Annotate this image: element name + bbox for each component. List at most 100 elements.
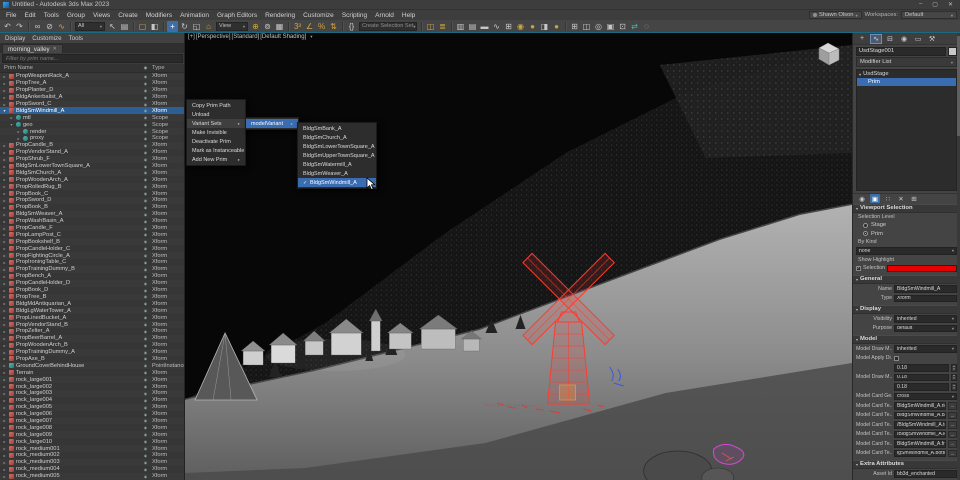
attribute-dropdown[interactable]: inherited▾: [894, 345, 957, 353]
tree-row[interactable]: ▸ PropCandleHolder_D ◉ Xform: [0, 280, 184, 287]
modifier-list-dropdown[interactable]: Modifier List ▾: [856, 57, 957, 67]
row-visibility-icon[interactable]: ◉: [139, 219, 152, 224]
expand-caret-icon[interactable]: ▸: [2, 177, 7, 182]
row-visibility-icon[interactable]: ◉: [139, 212, 152, 217]
viewport[interactable]: [+][Perspective][Standard][Default Shadi…: [185, 33, 852, 480]
toolbar-icon[interactable]: ⊡: [617, 21, 628, 32]
menu-item[interactable]: Animation: [176, 12, 213, 19]
row-visibility-icon[interactable]: ◉: [139, 115, 152, 120]
rollout-general[interactable]: ▾ General: [853, 275, 960, 284]
menu-item[interactable]: Tools: [40, 12, 63, 19]
viewport-label-part[interactable]: [Standard]: [232, 34, 260, 40]
texture-path-field[interactable]: BldgSmWindmill_A.front.png: [894, 440, 946, 448]
expand-caret-icon[interactable]: ▾: [2, 108, 7, 113]
expand-caret-icon[interactable]: ▸: [2, 405, 7, 410]
expand-caret-icon[interactable]: ▸: [2, 294, 7, 299]
tree-row[interactable]: ▸ PropPlanter_D ◉ Xform: [0, 87, 184, 94]
toolbar-item[interactable]: ▦ ▾: [274, 21, 285, 32]
expand-caret-icon[interactable]: ▾: [9, 122, 14, 127]
row-visibility-icon[interactable]: ◉: [139, 405, 152, 410]
tree-row[interactable]: ▸ rock_medium001 ◉ Xform: [0, 445, 184, 452]
tree-row[interactable]: ▸ PropZelter_A ◉ Xform: [0, 328, 184, 335]
toolbar-icon[interactable]: ⊕: [250, 21, 261, 32]
tree-row[interactable]: ▸ PropWashBasin_A ◉ Xform: [0, 218, 184, 225]
tree-row[interactable]: ▸ rock_large010 ◉ Xform: [0, 438, 184, 445]
expand-caret-icon[interactable]: ▸: [2, 439, 7, 444]
expand-caret-icon[interactable]: ▸: [9, 115, 14, 120]
toolbar-item[interactable]: ▾: [131, 22, 136, 31]
toolbar-item[interactable]: ▤ ▾: [467, 21, 478, 32]
texture-path-field[interactable]: /BldgSmWindmill_A.left.png: [894, 431, 946, 439]
variant-set-item[interactable]: modelVariant ▸: [246, 119, 298, 128]
tree-row[interactable]: ▸ PropBook_C ◉ Xform: [0, 190, 184, 197]
toolbar-item[interactable]: % ▾: [316, 21, 327, 32]
viewport-scene[interactable]: [185, 33, 852, 480]
row-visibility-icon[interactable]: ◉: [139, 336, 152, 341]
menu-item[interactable]: Views: [89, 12, 114, 19]
row-visibility-icon[interactable]: ◉: [139, 446, 152, 451]
row-visibility-icon[interactable]: ◉: [139, 370, 152, 375]
expand-caret-icon[interactable]: ▸: [2, 74, 7, 79]
expand-caret-icon[interactable]: ▸: [2, 453, 7, 458]
stack-entry[interactable]: ▾ UsdStage: [857, 70, 956, 78]
toolbar-icon[interactable]: ⊞: [503, 21, 514, 32]
tree-row[interactable]: ▸ PropBookshelf_B ◉ Xform: [0, 238, 184, 245]
context-menu-item[interactable]: Add New Prim ▸: [187, 155, 245, 164]
toolbar-icon[interactable]: ↶: [2, 21, 13, 32]
toolbar-icon[interactable]: ◉: [515, 21, 526, 32]
toolbar-item[interactable]: ▾: [68, 22, 73, 31]
minimize-button[interactable]: –: [919, 1, 922, 8]
tree-row[interactable]: ▸ BldgLgWaterTower_A ◉ Xform: [0, 307, 184, 314]
variant-option-item[interactable]: ✓ BldgSmBank_A: [298, 124, 376, 133]
expand-caret-icon[interactable]: ▸: [2, 102, 7, 107]
row-visibility-icon[interactable]: ◉: [139, 301, 152, 306]
row-visibility-icon[interactable]: ◉: [139, 412, 152, 417]
expand-caret-icon[interactable]: ▸: [2, 239, 7, 244]
row-visibility-icon[interactable]: ◉: [139, 232, 152, 237]
tree-row[interactable]: ▸ PropCandle_F ◉ Xform: [0, 225, 184, 232]
row-visibility-icon[interactable]: ◉: [139, 453, 152, 458]
toolbar-item[interactable]: ● ▾: [527, 21, 538, 32]
row-visibility-icon[interactable]: ◉: [139, 205, 152, 210]
menu-item[interactable]: Graph Editors: [213, 12, 261, 19]
variant-option-item[interactable]: ✓ BldgSmUpperTownSquare_A: [298, 151, 376, 160]
context-menu-item[interactable]: Variant Sets ▸: [187, 119, 245, 128]
expand-caret-icon[interactable]: ▸: [2, 412, 7, 417]
toolbar-icon[interactable]: ◱: [191, 21, 202, 32]
toolbar-item[interactable]: View▾: [215, 22, 249, 31]
row-visibility-icon[interactable]: ◉: [139, 467, 152, 472]
toolbar-icon[interactable]: {}: [346, 21, 357, 32]
row-visibility-icon[interactable]: ◉: [139, 350, 152, 355]
toolbar-item[interactable]: ▾: [563, 22, 568, 31]
tree-row[interactable]: ▸ PropRolledRug_B ◉ Xform: [0, 183, 184, 190]
row-visibility-icon[interactable]: ◉: [139, 129, 152, 134]
toolbar-icon[interactable]: ↷: [14, 21, 25, 32]
expand-caret-icon[interactable]: ▸: [2, 184, 7, 189]
toolbar-item[interactable]: ⊘ ▾: [44, 21, 55, 32]
tree-row[interactable]: ▸ proxy ◉ Scope: [0, 135, 184, 142]
browse-button[interactable]: ...: [948, 421, 957, 429]
expand-caret-icon[interactable]: ▸: [2, 322, 7, 327]
tree-row[interactable]: ▸ PropTree_B ◉ Xform: [0, 294, 184, 301]
row-visibility-icon[interactable]: ◉: [139, 288, 152, 293]
attribute-dropdown[interactable]: inherited▾: [894, 315, 957, 323]
row-visibility-icon[interactable]: ◉: [139, 184, 152, 189]
expand-caret-icon[interactable]: ▸: [2, 150, 7, 155]
by-kind-dropdown[interactable]: none ▾: [856, 247, 957, 255]
toolbar-icon[interactable]: %: [316, 21, 327, 32]
rollout-viewport-selection[interactable]: ▾ Viewport Selection: [853, 204, 960, 213]
row-visibility-icon[interactable]: ◉: [139, 377, 152, 382]
expand-caret-icon[interactable]: ▸: [2, 191, 7, 196]
tree-row[interactable]: ▸ rock_large005 ◉ Xform: [0, 404, 184, 411]
attribute-checkbox[interactable]: [894, 356, 899, 361]
tree-row[interactable]: ▸ rock_large007 ◉ Xform: [0, 418, 184, 425]
row-visibility-icon[interactable]: ◉: [139, 474, 152, 479]
tree-row[interactable]: ▸ rock_large009 ◉ Xform: [0, 431, 184, 438]
toolbar-item[interactable]: ⊞ ▾: [503, 21, 514, 32]
toolbar-item[interactable]: ↖ ▾: [107, 21, 118, 32]
tree-row[interactable]: ▸ render ◉ Scope: [0, 128, 184, 135]
tree-row[interactable]: ▸ BldgAnkerbalist_A ◉ Xform: [0, 94, 184, 101]
stage-tab[interactable]: morning_valley ✕: [2, 44, 63, 53]
row-visibility-icon[interactable]: ◉: [139, 260, 152, 265]
row-visibility-icon[interactable]: ◉: [139, 322, 152, 327]
